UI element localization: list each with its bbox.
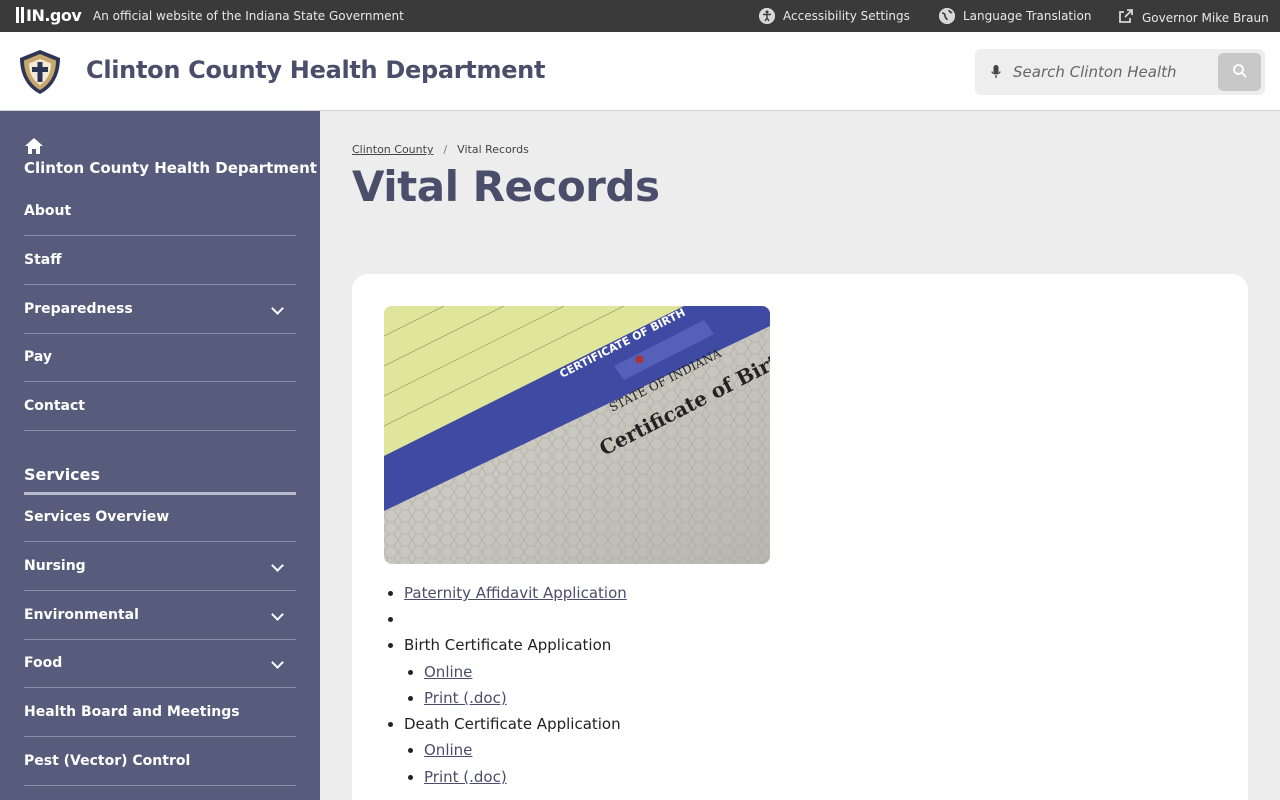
search-input[interactable] <box>1013 57 1203 87</box>
accessibility-label: Accessibility Settings <box>783 9 910 23</box>
sidebar-item-label: Health Board and Meetings <box>24 704 240 720</box>
sidebar-section-services: Services <box>24 465 296 495</box>
accessibility-settings-link[interactable]: Accessibility Settings <box>759 8 910 24</box>
external-link-icon <box>1118 8 1134 27</box>
list-item: Online <box>424 737 627 763</box>
sidebar-item-label: Contact <box>24 398 85 414</box>
breadcrumb-link-clinton-county[interactable]: Clinton County <box>352 143 433 156</box>
sidebar-item-label: Services Overview <box>24 509 170 525</box>
health-department-seal-logo[interactable] <box>16 48 64 96</box>
search-box <box>975 49 1265 95</box>
birth-certificate-image: CERTIFICATE OF BIRTH STATE OF INDIANA Ce… <box>384 306 770 564</box>
list-item: Birth Certificate Application Online Pri… <box>404 632 627 711</box>
sidebar-item-preparedness[interactable]: Preparedness <box>24 285 296 334</box>
breadcrumb: Clinton County / Vital Records <box>352 143 529 156</box>
sidebar-item-label: Nursing <box>24 558 86 574</box>
sidebar-item-food[interactable]: Food <box>24 639 296 688</box>
site-title[interactable]: Clinton County Health Department <box>86 56 545 84</box>
ingov-logo-text: IN.gov <box>26 6 82 25</box>
sidebar-item-staff[interactable]: Staff <box>24 236 296 285</box>
governor-label: Governor Mike Braun <box>1142 10 1269 25</box>
death-print-link[interactable]: Print (.doc) <box>424 768 507 786</box>
sidebar-item-nursing[interactable]: Nursing <box>24 542 296 591</box>
accessibility-icon <box>759 8 775 24</box>
sidebar-item-label: Preparedness <box>24 301 133 317</box>
breadcrumb-current: Vital Records <box>457 143 529 156</box>
chevron-down-icon[interactable] <box>271 656 284 669</box>
vital-records-list: Paternity Affidavit Application Birth Ce… <box>384 580 627 790</box>
sidebar-item-health-board[interactable]: Health Board and Meetings <box>24 688 296 737</box>
death-certificate-heading: Death Certificate Application <box>404 715 621 734</box>
birth-print-link[interactable]: Print (.doc) <box>424 689 507 707</box>
site-header: Clinton County Health Department <box>0 32 1280 111</box>
breadcrumb-separator: / <box>443 143 448 156</box>
sidebar-nav: Clinton County Health Department About S… <box>0 111 320 800</box>
sidebar-item-label: Environmental <box>24 607 139 623</box>
top-utility-bar: IN.gov An official website of the Indian… <box>0 0 1280 32</box>
paternity-affidavit-link[interactable]: Paternity Affidavit Application <box>404 584 627 602</box>
governor-link[interactable]: Governor Mike Braun <box>1118 8 1269 27</box>
sidebar-item-label: Pest (Vector) Control <box>24 753 191 769</box>
sidebar-item-label: Food <box>24 655 63 671</box>
language-translation-link[interactable]: Language Translation <box>939 8 1091 24</box>
sidebar-item-pest-control[interactable]: Pest (Vector) Control <box>24 737 296 786</box>
sidebar-item-pay[interactable]: Pay <box>24 333 296 382</box>
chevron-down-icon[interactable] <box>271 559 284 572</box>
list-item: Print (.doc) <box>424 764 627 790</box>
ingov-logo[interactable]: IN.gov <box>16 6 82 25</box>
list-item: Death Certificate Application Online Pri… <box>404 711 627 790</box>
sidebar-item-label: Pay <box>24 349 53 365</box>
list-item: Paternity Affidavit Application <box>404 580 627 606</box>
chevron-down-icon[interactable] <box>271 302 284 315</box>
page-title: Vital Records <box>352 162 660 211</box>
sidebar-item-environmental[interactable]: Environmental <box>24 591 296 640</box>
birth-online-link[interactable]: Online <box>424 663 472 681</box>
microphone-icon[interactable] <box>991 64 1001 78</box>
official-website-text: An official website of the Indiana State… <box>93 9 404 23</box>
sidebar-item-about[interactable]: About <box>24 187 296 236</box>
indiana-outline-icon <box>16 7 24 23</box>
content-card: CERTIFICATE OF BIRTH STATE OF INDIANA Ce… <box>352 274 1248 800</box>
death-online-link[interactable]: Online <box>424 741 472 759</box>
language-label: Language Translation <box>963 9 1092 23</box>
globe-icon <box>939 8 955 24</box>
list-item: Online <box>424 659 627 685</box>
sidebar-item-contact[interactable]: Contact <box>24 382 296 431</box>
sidebar-item-label: About <box>24 203 72 219</box>
sidebar-item-services-overview[interactable]: Services Overview <box>24 493 296 542</box>
home-icon[interactable] <box>24 137 44 159</box>
chevron-down-icon[interactable] <box>271 608 284 621</box>
list-item-empty <box>404 606 627 632</box>
search-button[interactable] <box>1218 53 1261 91</box>
list-item: Print (.doc) <box>424 685 627 711</box>
sidebar-item-label: Staff <box>24 252 62 268</box>
birth-certificate-heading: Birth Certificate Application <box>404 636 612 655</box>
search-icon <box>1232 63 1247 78</box>
sidebar-home-title[interactable]: Clinton County Health Department <box>24 159 317 177</box>
